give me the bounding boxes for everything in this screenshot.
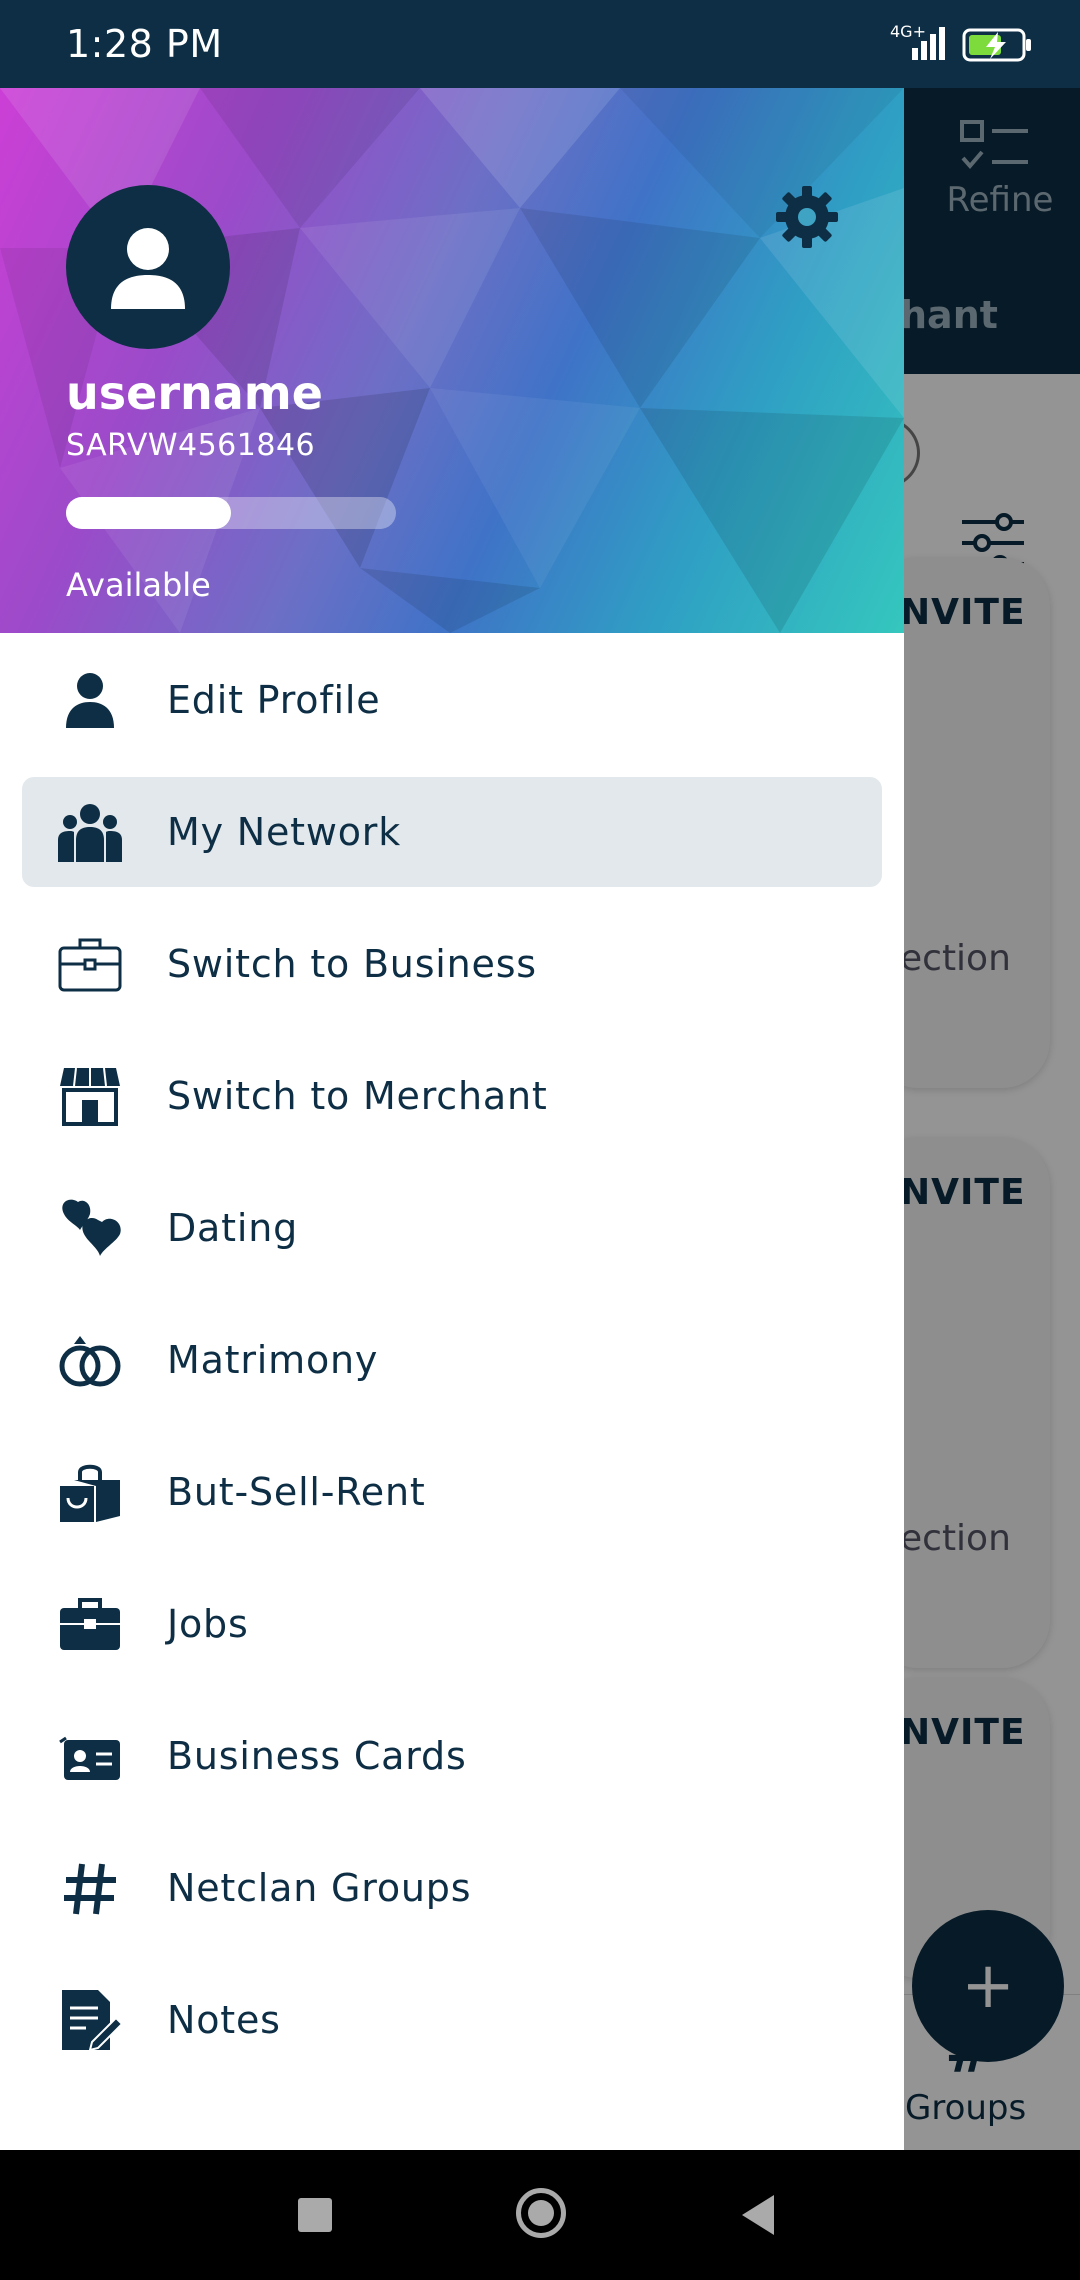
- recents-button[interactable]: [298, 2198, 332, 2232]
- menu-item-label: Matrimony: [167, 1338, 379, 1382]
- menu-item-buy-sell-rent[interactable]: But-Sell-Rent: [22, 1437, 882, 1547]
- menu-item-label: Dating: [167, 1206, 299, 1250]
- menu-item-dating[interactable]: Dating: [22, 1173, 882, 1283]
- avatar[interactable]: [66, 185, 230, 349]
- rings-icon: [59, 1336, 121, 1387]
- drawer-header: username SARVW4561846 Available: [0, 88, 904, 633]
- profile-progress-bar: [66, 497, 396, 529]
- signal-icon: [912, 27, 945, 60]
- home-button[interactable]: [516, 2188, 566, 2238]
- menu-item-label: My Network: [167, 810, 402, 854]
- menu-item-matrimony[interactable]: Matrimony: [22, 1305, 882, 1415]
- briefcase-outline-icon: [58, 938, 122, 992]
- people-icon: [58, 804, 122, 862]
- menu-item-label: Netclan Groups: [167, 1866, 472, 1910]
- menu-item-notes[interactable]: Notes: [22, 1965, 882, 2075]
- store-icon: [60, 1067, 120, 1126]
- menu-item-label: Edit Profile: [167, 678, 381, 722]
- menu-item-jobs[interactable]: Jobs: [22, 1569, 882, 1679]
- person-icon: [111, 228, 185, 309]
- availability-status[interactable]: Available: [66, 566, 211, 604]
- menu-item-label: Notes: [167, 1998, 281, 2042]
- menu-item-edit-profile[interactable]: Edit Profile: [22, 645, 882, 755]
- user-id: SARVW4561846: [66, 428, 316, 463]
- menu-item-switch-to-merchant[interactable]: Switch to Merchant: [22, 1041, 882, 1151]
- menu-item-my-network[interactable]: My Network: [22, 777, 882, 887]
- system-nav-bar: [0, 2150, 1080, 2280]
- back-button[interactable]: [742, 2195, 774, 2235]
- status-time: 1:28 PM: [66, 22, 223, 66]
- settings-gear-icon[interactable]: [774, 184, 840, 250]
- menu-item-netclan-groups[interactable]: Netclan Groups: [22, 1833, 882, 1943]
- briefcase-icon: [60, 1598, 120, 1650]
- hearts-icon: [62, 1199, 121, 1256]
- person-icon: [66, 673, 114, 728]
- shopping-bag-icon: [60, 1464, 120, 1522]
- notes-icon: [62, 1990, 122, 2052]
- username: username: [66, 366, 323, 420]
- menu-item-label: Jobs: [167, 1602, 249, 1646]
- menu-item-label: Business Cards: [167, 1734, 467, 1778]
- menu-item-label: But-Sell-Rent: [167, 1470, 426, 1514]
- id-card-icon: [59, 1736, 120, 1780]
- navigation-drawer: username SARVW4561846 Available Edit Pro…: [0, 88, 904, 2150]
- status-bar: 1:28 PM 4G+: [0, 0, 1080, 88]
- menu-item-label: Switch to Merchant: [167, 1074, 548, 1118]
- hashtag-icon: [64, 1863, 116, 1915]
- profile-progress-fill: [66, 497, 231, 529]
- polygon-background: [0, 88, 904, 633]
- menu-item-switch-to-business[interactable]: Switch to Business: [22, 909, 882, 1019]
- menu-item-business-cards[interactable]: Business Cards: [22, 1701, 882, 1811]
- battery-charging-icon: [962, 28, 1031, 62]
- menu-item-label: Switch to Business: [167, 942, 537, 986]
